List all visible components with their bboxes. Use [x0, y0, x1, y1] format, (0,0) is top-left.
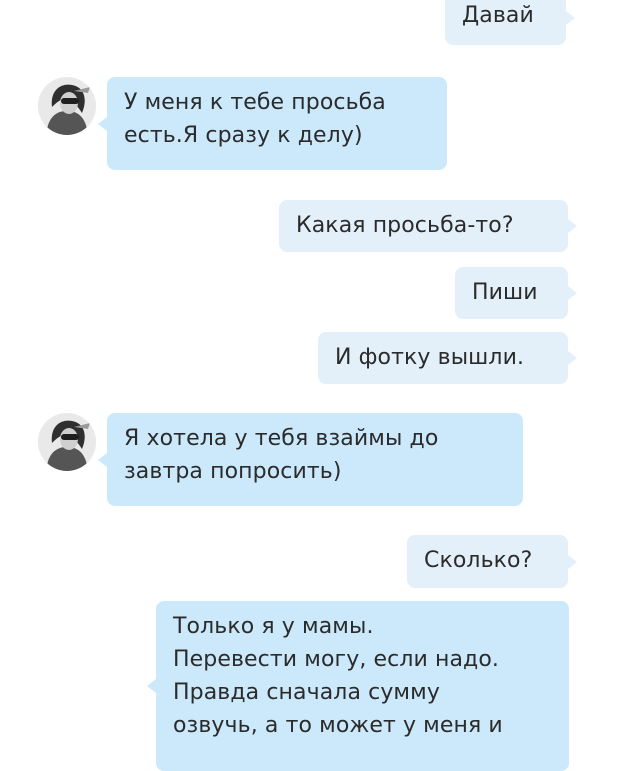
message-text-line: озвучь, а то может у меня и: [173, 713, 503, 738]
message-text: Пиши: [472, 280, 538, 305]
message-bubble[interactable]: Пиши: [455, 267, 577, 319]
message-text-line: есть.Я сразу к делу): [124, 123, 363, 148]
message-text-line: Только я у мамы.: [173, 614, 374, 639]
message-bubble[interactable]: Сколько?: [407, 535, 577, 588]
message-text-line: Я хотела у тебя взаймы до: [124, 426, 439, 451]
message-text-line: Правда сначала сумму: [173, 680, 440, 705]
message-bubble[interactable]: Только я у мамы. Перевести могу, если на…: [147, 601, 569, 771]
message-bubble[interactable]: И фотку вышли.: [318, 332, 577, 384]
message-bubble[interactable]: Я хотела у тебя взаймы до завтра попроси…: [98, 413, 523, 506]
message-text-line: завтра попросить): [124, 459, 342, 484]
message-text: Какая просьба-то?: [296, 213, 514, 238]
contact-avatar-photo-icon[interactable]: [38, 413, 96, 471]
message-bubble[interactable]: Какая просьба-то?: [279, 200, 577, 252]
contact-avatar-photo-icon[interactable]: [38, 77, 96, 135]
message-text-line: У меня к тебе просьба: [124, 90, 386, 115]
message-text: Давай: [462, 3, 534, 28]
message-bubble[interactable]: У меня к тебе просьба есть.Я сразу к дел…: [98, 77, 447, 170]
message-bubble[interactable]: Давай: [445, 0, 575, 45]
message-text: И фотку вышли.: [335, 345, 525, 370]
message-text-line: Перевести могу, если надо.: [173, 647, 500, 672]
message-text: Сколько?: [424, 548, 533, 573]
